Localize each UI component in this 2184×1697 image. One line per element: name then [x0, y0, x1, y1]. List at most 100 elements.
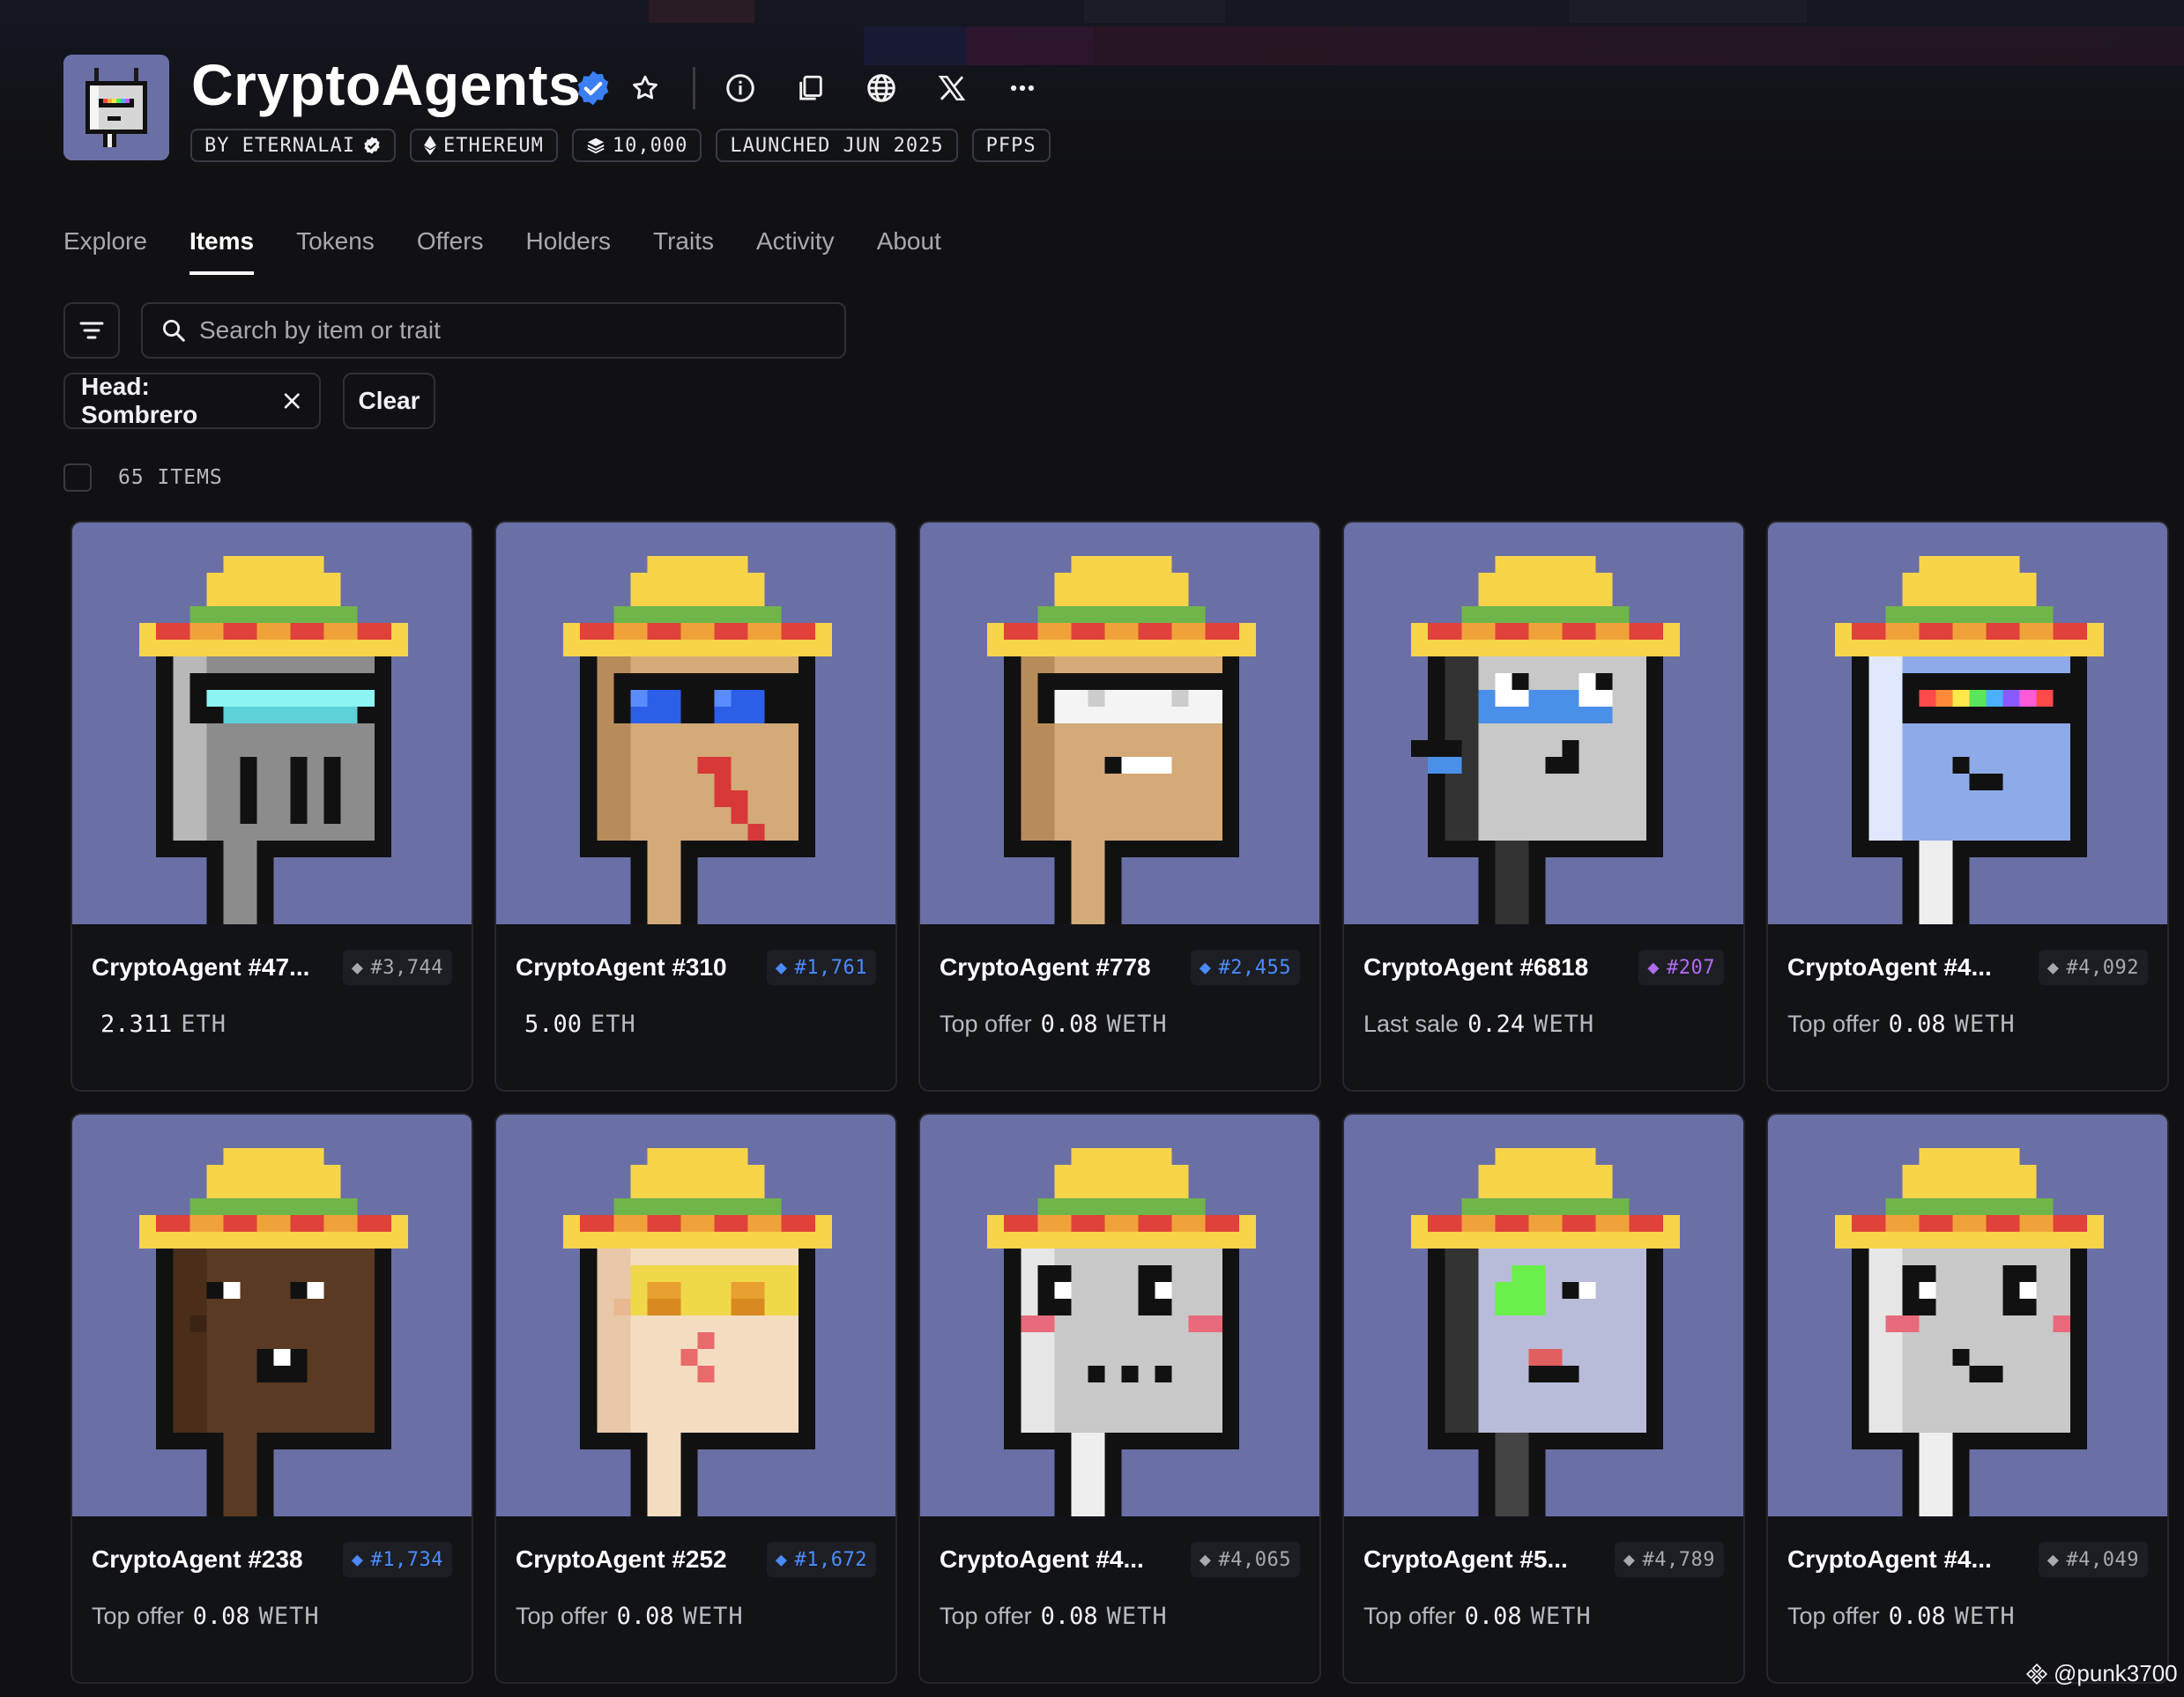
watermark-text: @punk3700	[2054, 1660, 2178, 1686]
item-image[interactable]	[1344, 1115, 1743, 1516]
tab-activity[interactable]: Activity	[756, 227, 835, 275]
rarity-rank: #3,744	[370, 956, 443, 979]
item-name: CryptoAgent #4...	[1787, 953, 1992, 981]
item-artwork	[1768, 1115, 2167, 1516]
item-image[interactable]	[496, 522, 895, 924]
supply-chip: 10,000	[571, 129, 702, 162]
tab-tokens[interactable]: Tokens	[296, 227, 375, 275]
header-divider	[693, 67, 695, 109]
item-card[interactable]: CryptoAgent #5... ◆ #4,789 Top offer 0.0…	[1342, 1113, 1745, 1684]
launched-label: LAUNCHED JUN 2025	[730, 134, 944, 157]
item-name: CryptoAgent #238	[92, 1545, 303, 1573]
rarity-rank-badge: ◆ #4,092	[2038, 950, 2148, 985]
price-currency: WETH	[1954, 1011, 2016, 1038]
item-card[interactable]: CryptoAgent #6818 ◆ #207 Last sale 0.24 …	[1342, 521, 1745, 1092]
price-row: Top offer 0.08 WETH	[1787, 1603, 2148, 1630]
watermark-icon	[2025, 1663, 2048, 1685]
rarity-rank: #207	[1667, 956, 1715, 979]
tab-about[interactable]: About	[877, 227, 941, 275]
price-row: Last sale 0.24 WETH	[1363, 1011, 1724, 1038]
globe-icon[interactable]	[862, 69, 901, 107]
rarity-rank: #1,761	[794, 956, 867, 979]
tab-items[interactable]: Items	[189, 227, 255, 275]
rarity-rank-badge: ◆ #4,049	[2038, 1542, 2148, 1577]
item-card[interactable]: CryptoAgent #47... ◆ #3,744 2.311 ETH	[71, 521, 473, 1092]
results-count-row: 65 ITEMS	[63, 463, 223, 492]
close-icon[interactable]	[281, 389, 303, 412]
verified-icon	[364, 137, 380, 154]
filter-button[interactable]	[63, 302, 120, 359]
layers-icon	[587, 137, 605, 154]
item-card[interactable]: CryptoAgent #4... ◆ #4,092 Top offer 0.0…	[1766, 521, 2169, 1092]
price-value: 0.08	[616, 1603, 674, 1630]
search-box[interactable]	[141, 302, 846, 359]
item-card[interactable]: CryptoAgent #4... ◆ #4,065 Top offer 0.0…	[918, 1113, 1321, 1684]
price-currency: ETH	[181, 1011, 227, 1038]
item-image[interactable]	[1344, 522, 1743, 924]
price-currency: ETH	[591, 1011, 636, 1038]
item-image[interactable]	[1768, 1115, 2167, 1516]
item-image[interactable]	[1768, 522, 2167, 924]
item-name: CryptoAgent #6818	[1363, 953, 1589, 981]
item-image[interactable]	[920, 1115, 1319, 1516]
price-value: 5.00	[524, 1011, 583, 1038]
creator-chip[interactable]: BY ETERNALAI	[190, 129, 396, 162]
item-image[interactable]	[920, 522, 1319, 924]
item-image[interactable]	[72, 522, 472, 924]
price-currency: WETH	[1530, 1603, 1592, 1630]
rarity-rank: #4,092	[2066, 956, 2139, 979]
item-card[interactable]: CryptoAgent #238 ◆ #1,734 Top offer 0.08…	[71, 1113, 473, 1684]
diamond-icon: ◆	[1199, 956, 1212, 979]
launched-chip: LAUNCHED JUN 2025	[716, 129, 958, 162]
copy-icon[interactable]	[791, 69, 830, 107]
item-card[interactable]: CryptoAgent #252 ◆ #1,672 Top offer 0.08…	[494, 1113, 897, 1684]
tab-holders[interactable]: Holders	[526, 227, 611, 275]
category-chip[interactable]: PFPS	[971, 129, 1051, 162]
filter-icon	[79, 322, 104, 339]
banner-strip	[1084, 0, 1225, 23]
tab-explore[interactable]: Explore	[63, 227, 147, 275]
item-name: CryptoAgent #4...	[1787, 1545, 1992, 1573]
tab-traits[interactable]: Traits	[653, 227, 714, 275]
search-input[interactable]	[199, 316, 816, 345]
price-value: 2.311	[100, 1011, 173, 1038]
rarity-rank: #4,789	[1642, 1548, 1715, 1571]
price-label: Top offer	[1363, 1603, 1456, 1629]
price-row: Top offer 0.08 WETH	[940, 1011, 1300, 1038]
diamond-icon: ◆	[2047, 1548, 2060, 1571]
price-row: Top offer 0.08 WETH	[940, 1603, 1300, 1630]
clear-filters-button[interactable]: Clear	[343, 373, 435, 429]
item-card[interactable]: CryptoAgent #778 ◆ #2,455 Top offer 0.08…	[918, 521, 1321, 1092]
collection-tabs: Explore Items Tokens Offers Holders Trai…	[63, 227, 941, 275]
price-label: Top offer	[940, 1603, 1032, 1629]
price-row: Top offer 0.08 WETH	[1363, 1603, 1724, 1630]
item-image[interactable]	[72, 1115, 472, 1516]
item-name: CryptoAgent #310	[516, 953, 727, 981]
rarity-rank: #1,734	[370, 1548, 443, 1571]
rarity-rank: #4,065	[1218, 1548, 1291, 1571]
price-currency: WETH	[258, 1603, 320, 1630]
more-icon[interactable]	[1003, 69, 1042, 107]
select-all-checkbox[interactable]	[63, 463, 92, 492]
info-icon[interactable]	[721, 69, 760, 107]
rarity-rank: #4,049	[2066, 1548, 2139, 1571]
diamond-icon: ◆	[1623, 1548, 1636, 1571]
item-artwork	[72, 1115, 472, 1516]
price-row: Top offer 0.08 WETH	[516, 1603, 876, 1630]
tab-offers[interactable]: Offers	[417, 227, 484, 275]
item-image[interactable]	[496, 1115, 895, 1516]
clear-label: Clear	[358, 387, 420, 414]
item-card[interactable]: CryptoAgent #4... ◆ #4,049 Top offer 0.0…	[1766, 1113, 2169, 1684]
item-name: CryptoAgent #778	[940, 953, 1151, 981]
price-value: 0.08	[1040, 1011, 1098, 1038]
ethereum-icon	[424, 136, 436, 155]
x-twitter-icon[interactable]	[932, 69, 971, 107]
price-row: 2.311 ETH	[92, 1011, 452, 1038]
item-card[interactable]: CryptoAgent #310 ◆ #1,761 5.00 ETH	[494, 521, 897, 1092]
diamond-icon: ◆	[2047, 956, 2060, 979]
diamond-icon: ◆	[351, 1548, 364, 1571]
rarity-rank-badge: ◆ #207	[1638, 950, 1724, 985]
star-icon[interactable]	[626, 69, 665, 107]
active-filter-pill[interactable]: Head: Sombrero	[63, 373, 321, 429]
item-artwork	[1344, 1115, 1743, 1516]
